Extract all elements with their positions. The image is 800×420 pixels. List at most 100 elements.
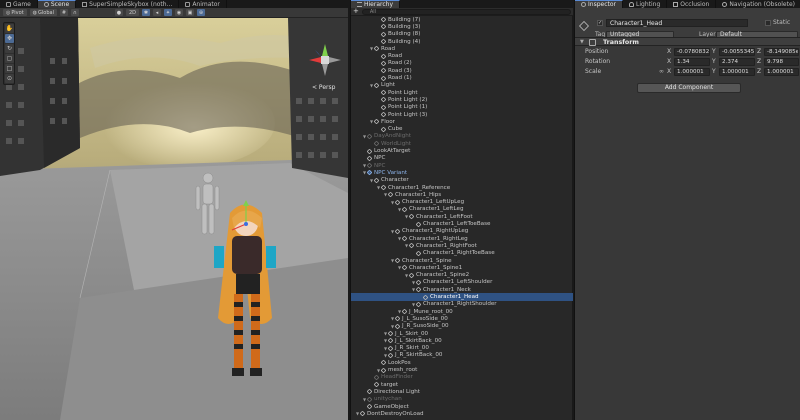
hierarchy-item[interactable]: ▼ Character1_RightShoulder — [351, 301, 573, 308]
hierarchy-item[interactable]: Point Light (3) — [351, 111, 573, 118]
tab-scene[interactable]: Scene — [37, 0, 77, 8]
hierarchy-item[interactable]: ▼ Floor — [351, 118, 573, 125]
rotation-x-label[interactable]: X — [667, 58, 671, 66]
transform-tool[interactable]: ⊙ — [5, 74, 14, 83]
rotation-y-label[interactable]: Y — [712, 58, 716, 66]
hierarchy-item[interactable]: ▼ Character1_LeftUpLeg — [351, 199, 573, 206]
hierarchy-item[interactable]: ▼ Character1_RightFoot — [351, 242, 573, 249]
projection-label[interactable]: < Persp — [312, 84, 335, 91]
hierarchy-item[interactable]: LookAtTarget — [351, 147, 573, 154]
rotation-x-field[interactable]: 1.34 — [674, 58, 710, 66]
hierarchy-item[interactable]: ▼ Character1_LeftFoot — [351, 213, 573, 220]
hierarchy-item[interactable]: ▼ J_L_SusoSide_00 — [351, 315, 573, 322]
tab-animator[interactable]: Animator — [179, 0, 227, 8]
hierarchy-item[interactable]: ▼ Character1_Spine2 — [351, 272, 573, 279]
lighting-toggle[interactable]: ✱ — [142, 9, 151, 16]
hierarchy-item[interactable]: Directional Light — [351, 388, 573, 395]
hierarchy-item[interactable]: Road (1) — [351, 74, 573, 81]
camera-settings-button[interactable]: ▣ — [186, 9, 195, 16]
hierarchy-item[interactable]: ▼ Character1_LeftShoulder — [351, 279, 573, 286]
static-checkbox[interactable] — [765, 20, 771, 26]
hierarchy-item[interactable]: GameObject — [351, 403, 573, 410]
scale-z-label[interactable]: Z — [757, 68, 761, 76]
position-z-field[interactable]: -8.149085e- — [764, 48, 799, 56]
grid-snap-button[interactable]: # — [59, 9, 68, 16]
hierarchy-item[interactable]: ▼ Character1_Reference — [351, 184, 573, 191]
move-tool[interactable]: ✥ — [5, 34, 14, 43]
hierarchy-item[interactable]: HeadFinder — [351, 374, 573, 381]
scale-x-label[interactable]: X — [667, 68, 671, 76]
hierarchy-item[interactable]: Building (4) — [351, 38, 573, 45]
hierarchy-item[interactable]: ▼ DayAndNight — [351, 133, 573, 140]
gizmos-toggle[interactable]: ⊕ — [197, 9, 206, 16]
hierarchy-item[interactable]: ▼ NPC — [351, 162, 573, 169]
add-component-button[interactable]: Add Component — [637, 83, 741, 93]
scale-tool[interactable]: ▢ — [5, 54, 14, 63]
hierarchy-item[interactable]: Building (7) — [351, 16, 573, 23]
rotate-tool[interactable]: ↻ — [5, 44, 14, 53]
active-checkbox[interactable]: ✓ — [597, 20, 603, 26]
hierarchy-item[interactable]: ▼ mesh_root — [351, 366, 573, 373]
position-z-label[interactable]: Z — [757, 48, 761, 56]
hierarchy-item[interactable]: Building (8) — [351, 31, 573, 38]
foldout-arrow-icon[interactable]: ▼ — [580, 38, 584, 47]
create-button[interactable]: + — [353, 8, 359, 15]
transform-component-header[interactable]: ▼ Transform — [575, 37, 800, 46]
hierarchy-item[interactable]: ▼ Character1_RightUpLeg — [351, 228, 573, 235]
scale-y-label[interactable]: Y — [712, 68, 716, 76]
hierarchy-item[interactable]: ▼ Character1_LeftLeg — [351, 206, 573, 213]
hierarchy-item[interactable]: WorldLight — [351, 140, 573, 147]
constrain-proportions-icon[interactable]: ∞ — [659, 68, 664, 76]
hierarchy-item[interactable]: ▼ Character1_RightLeg — [351, 235, 573, 242]
hidden-objects-toggle[interactable]: ◉ — [175, 9, 184, 16]
hierarchy-item[interactable]: ▼ Character — [351, 177, 573, 184]
position-y-label[interactable]: Y — [712, 48, 716, 56]
object-name-field[interactable]: Character1_Head — [606, 19, 748, 27]
tab-navigation[interactable]: Navigation (Obsolete) — [716, 0, 800, 8]
hierarchy-item[interactable]: ▼ unitychan — [351, 396, 573, 403]
hierarchy-item[interactable]: Character1_LeftToeBase — [351, 220, 573, 227]
hierarchy-item[interactable]: Cube — [351, 126, 573, 133]
hierarchy-item[interactable]: Point Light (1) — [351, 104, 573, 111]
hierarchy-item[interactable]: ▼ Road — [351, 45, 573, 52]
scene-viewport[interactable]: < Persp — [0, 18, 348, 420]
hierarchy-item[interactable]: ▼ Character1_Spine1 — [351, 264, 573, 271]
hierarchy-item[interactable]: Point Light (2) — [351, 96, 573, 103]
hierarchy-item[interactable]: Road (2) — [351, 60, 573, 67]
hierarchy-item[interactable]: target — [351, 381, 573, 388]
tab-lighting[interactable]: Lighting — [623, 0, 668, 8]
tab-occlusion[interactable]: Occlusion — [667, 0, 717, 8]
snap-button[interactable]: ∩ — [70, 9, 79, 16]
hierarchy-search-input[interactable]: All — [361, 8, 571, 15]
hierarchy-item[interactable]: ▼ Character1_Spine — [351, 257, 573, 264]
hierarchy-item[interactable]: ▼ Light — [351, 82, 573, 89]
tab-inspector[interactable]: Inspector — [575, 0, 623, 8]
hierarchy-item[interactable]: Road (3) — [351, 67, 573, 74]
hierarchy-item[interactable]: Character1_Head — [351, 293, 573, 301]
scale-y-field[interactable]: 1.000001 — [719, 68, 755, 76]
audio-toggle[interactable]: ◂ — [153, 9, 162, 16]
rect-tool[interactable]: □ — [5, 64, 14, 73]
hierarchy-item[interactable]: ▼ J_R_SusoSide_00 — [351, 323, 573, 330]
hierarchy-item[interactable]: ▼ DontDestroyOnLoad — [351, 410, 573, 417]
draw-mode-button[interactable]: ● — [114, 9, 123, 16]
view-2d-button[interactable]: 2D — [125, 9, 140, 16]
rotation-z-label[interactable]: Z — [757, 58, 761, 66]
tab-skybox[interactable]: SuperSimpleSkybox (noth... — [76, 0, 180, 8]
hierarchy-item[interactable]: ▼ NPC Variant — [351, 169, 573, 176]
hierarchy-item[interactable]: ▼ J_L_SkirtBack_00 — [351, 337, 573, 344]
rotation-z-field[interactable]: 9.798 — [764, 58, 799, 66]
hand-tool[interactable]: ✋ — [5, 24, 14, 33]
hierarchy-item[interactable]: LookPos — [351, 359, 573, 366]
scale-z-field[interactable]: 1.000001 — [764, 68, 799, 76]
rotation-y-field[interactable]: 2.374 — [719, 58, 755, 66]
space-dropdown[interactable]: ◍ Global — [29, 9, 57, 16]
hierarchy-item[interactable]: Road — [351, 53, 573, 60]
position-y-field[interactable]: -0.0055345 — [719, 48, 755, 56]
scale-x-field[interactable]: 1.000001 — [674, 68, 710, 76]
effects-toggle[interactable]: ✦ — [164, 9, 173, 16]
hierarchy-item[interactable]: Point Light — [351, 89, 573, 96]
hierarchy-item[interactable]: ▼ J_R_Skirt_00 — [351, 345, 573, 352]
hierarchy-item[interactable]: ▼ Character1_Hips — [351, 191, 573, 198]
hierarchy-item[interactable]: ▼ J_Mune_root_00 — [351, 308, 573, 315]
